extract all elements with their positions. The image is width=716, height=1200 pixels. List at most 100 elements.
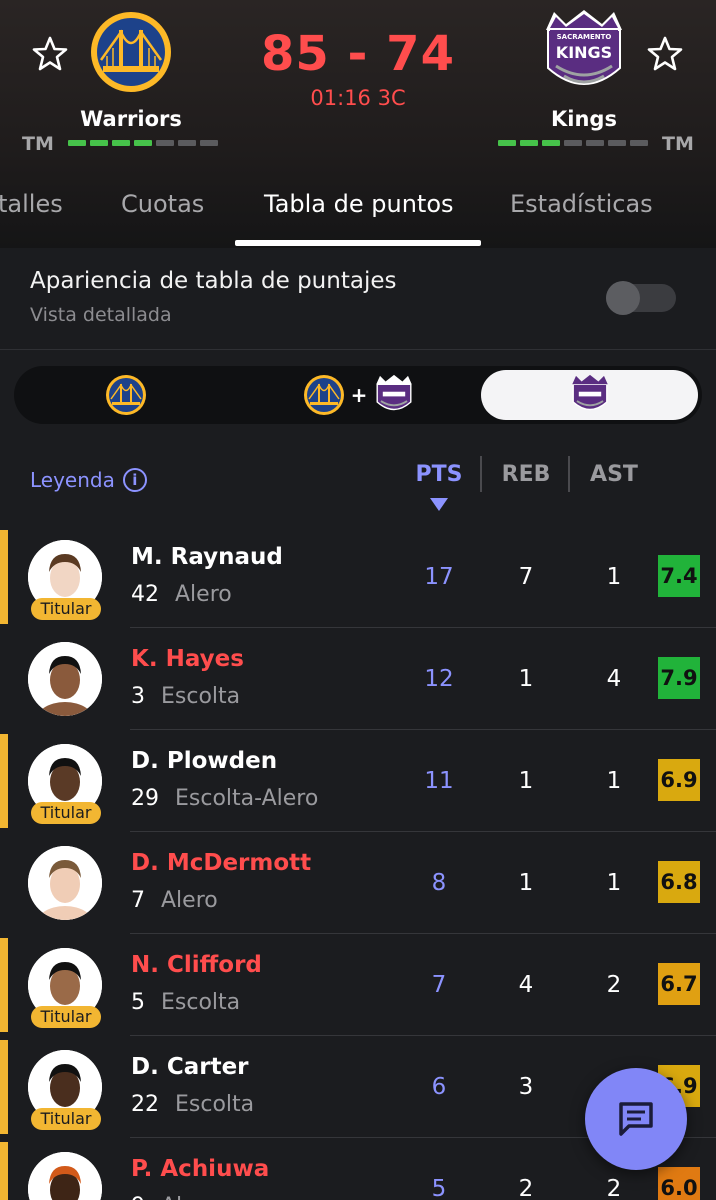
player-pts: 8 xyxy=(431,870,447,896)
appearance-subtitle: Vista detallada xyxy=(30,304,172,326)
player-ast: 1 xyxy=(606,564,622,590)
player-position: Escolta xyxy=(161,990,241,1015)
appearance-setting: Apariencia de tabla de puntajes Vista de… xyxy=(0,248,716,350)
select-both-teams[interactable]: + xyxy=(244,366,474,424)
info-icon: i xyxy=(122,468,147,492)
svg-text:KINGS: KINGS xyxy=(556,43,612,62)
away-team-name: Kings xyxy=(551,107,617,131)
player-name[interactable]: D. Plowden xyxy=(131,748,277,774)
player-pts: 5 xyxy=(431,1176,447,1200)
tab-scoreboard[interactable]: Tabla de puntos xyxy=(264,190,454,218)
tab-bar: talles Cuotas Tabla de puntos Estadístic… xyxy=(0,176,716,248)
player-pts: 11 xyxy=(424,768,454,794)
player-reb: 2 xyxy=(518,1176,534,1200)
player-reb: 1 xyxy=(518,768,534,794)
player-rating: 7.4 xyxy=(658,555,700,597)
column-reb[interactable]: REB xyxy=(486,462,566,487)
tab-statistics[interactable]: Estadísticas xyxy=(510,190,653,218)
player-row[interactable]: Titular D. Plowden 29 Escolta-Alero 11 1 1 6.9 xyxy=(0,730,716,832)
player-reb: 1 xyxy=(518,870,534,896)
home-timeouts-bar xyxy=(68,140,218,146)
player-reb: 7 xyxy=(518,564,534,590)
player-row[interactable]: D. McDermott 7 Alero 8 1 1 6.8 xyxy=(0,832,716,934)
player-ast: 1 xyxy=(606,870,622,896)
kings-logo-icon[interactable]: SACRAMENTO KINGS xyxy=(542,8,626,98)
starter-badge: Titular xyxy=(31,802,101,824)
player-number: 22 xyxy=(131,1092,159,1117)
select-warriors[interactable] xyxy=(14,366,238,424)
player-name[interactable]: P. Achiuwa xyxy=(131,1156,269,1182)
player-rating: 6.9 xyxy=(658,759,700,801)
player-avatar xyxy=(28,1152,102,1200)
svg-text:SACRAMENTO: SACRAMENTO xyxy=(557,33,612,41)
column-divider xyxy=(568,456,570,492)
player-rating: 7.9 xyxy=(658,657,700,699)
player-number: 9 xyxy=(131,1194,145,1200)
player-number: 3 xyxy=(131,684,145,709)
player-name[interactable]: D. Carter xyxy=(131,1054,249,1080)
player-ast: 4 xyxy=(606,666,622,692)
player-pts: 6 xyxy=(431,1074,447,1100)
favorite-star-icon[interactable] xyxy=(645,34,685,74)
player-avatar xyxy=(28,642,102,716)
player-reb: 4 xyxy=(518,972,534,998)
starter-badge: Titular xyxy=(31,1108,101,1130)
player-position: Ala xyxy=(161,1194,196,1200)
player-pts: 12 xyxy=(424,666,454,692)
appearance-title: Apariencia de tabla de puntajes xyxy=(30,268,397,294)
player-ast: 2 xyxy=(606,1176,622,1200)
tab-odds[interactable]: Cuotas xyxy=(121,190,204,218)
player-row[interactable]: Titular M. Raynaud 42 Alero 17 7 1 7.4 xyxy=(0,526,716,628)
kings-logo-icon xyxy=(571,374,608,411)
away-timeouts-bar xyxy=(498,140,648,146)
player-number: 29 xyxy=(131,786,159,811)
chat-button[interactable] xyxy=(585,1068,687,1170)
player-rating: 6.8 xyxy=(658,861,700,903)
column-ast[interactable]: AST xyxy=(574,462,654,487)
player-ast: 1 xyxy=(606,768,622,794)
column-pts[interactable]: PTS xyxy=(399,462,479,487)
chat-icon xyxy=(619,1102,653,1136)
player-name[interactable]: D. McDermott xyxy=(131,850,311,876)
toggle-knob xyxy=(606,281,640,315)
starter-indicator xyxy=(0,530,8,624)
tab-details[interactable]: talles xyxy=(0,190,63,218)
player-reb: 3 xyxy=(518,1074,534,1100)
player-pts: 7 xyxy=(431,972,447,998)
kings-logo-icon xyxy=(376,374,413,411)
player-reb: 1 xyxy=(518,666,534,692)
select-kings[interactable] xyxy=(481,370,698,420)
team-selector: + xyxy=(14,366,702,424)
warriors-logo-icon xyxy=(303,375,344,415)
plus-sign: + xyxy=(350,383,368,407)
player-rating: 6.0 xyxy=(658,1167,700,1200)
starter-badge: Titular xyxy=(31,598,101,620)
player-position: Escolta-Alero xyxy=(175,786,319,811)
player-row[interactable]: Titular N. Clifford 5 Escolta 7 4 2 6.7 xyxy=(0,934,716,1036)
starter-indicator xyxy=(0,1040,8,1134)
legend-label: Leyenda xyxy=(30,468,115,492)
warriors-logo-icon xyxy=(106,375,146,415)
starter-indicator xyxy=(0,734,8,828)
legend-button[interactable]: Leyenda i xyxy=(30,468,147,492)
player-rating: 6.7 xyxy=(658,963,700,1005)
player-number: 42 xyxy=(131,582,159,607)
home-timeouts-label: TM xyxy=(22,133,54,155)
player-position: Escolta xyxy=(161,684,241,709)
player-row[interactable]: K. Hayes 3 Escolta 12 1 4 7.9 xyxy=(0,628,716,730)
away-timeouts-label: TM xyxy=(662,133,694,155)
player-name[interactable]: N. Clifford xyxy=(131,952,262,978)
player-name[interactable]: K. Hayes xyxy=(131,646,244,672)
player-pts: 17 xyxy=(424,564,454,590)
starter-indicator xyxy=(0,1142,8,1200)
sort-down-icon xyxy=(430,498,448,511)
column-divider xyxy=(480,456,482,492)
player-name[interactable]: M. Raynaud xyxy=(131,544,283,570)
player-number: 5 xyxy=(131,990,145,1015)
starter-indicator xyxy=(0,938,8,1032)
player-position: Escolta xyxy=(175,1092,255,1117)
detailed-view-toggle[interactable] xyxy=(606,281,676,315)
player-position: Alero xyxy=(161,888,218,913)
starter-badge: Titular xyxy=(31,1006,101,1028)
match-header: Warriors TM 85 - 74 01:16 3C SACRAMENTO … xyxy=(0,0,716,248)
